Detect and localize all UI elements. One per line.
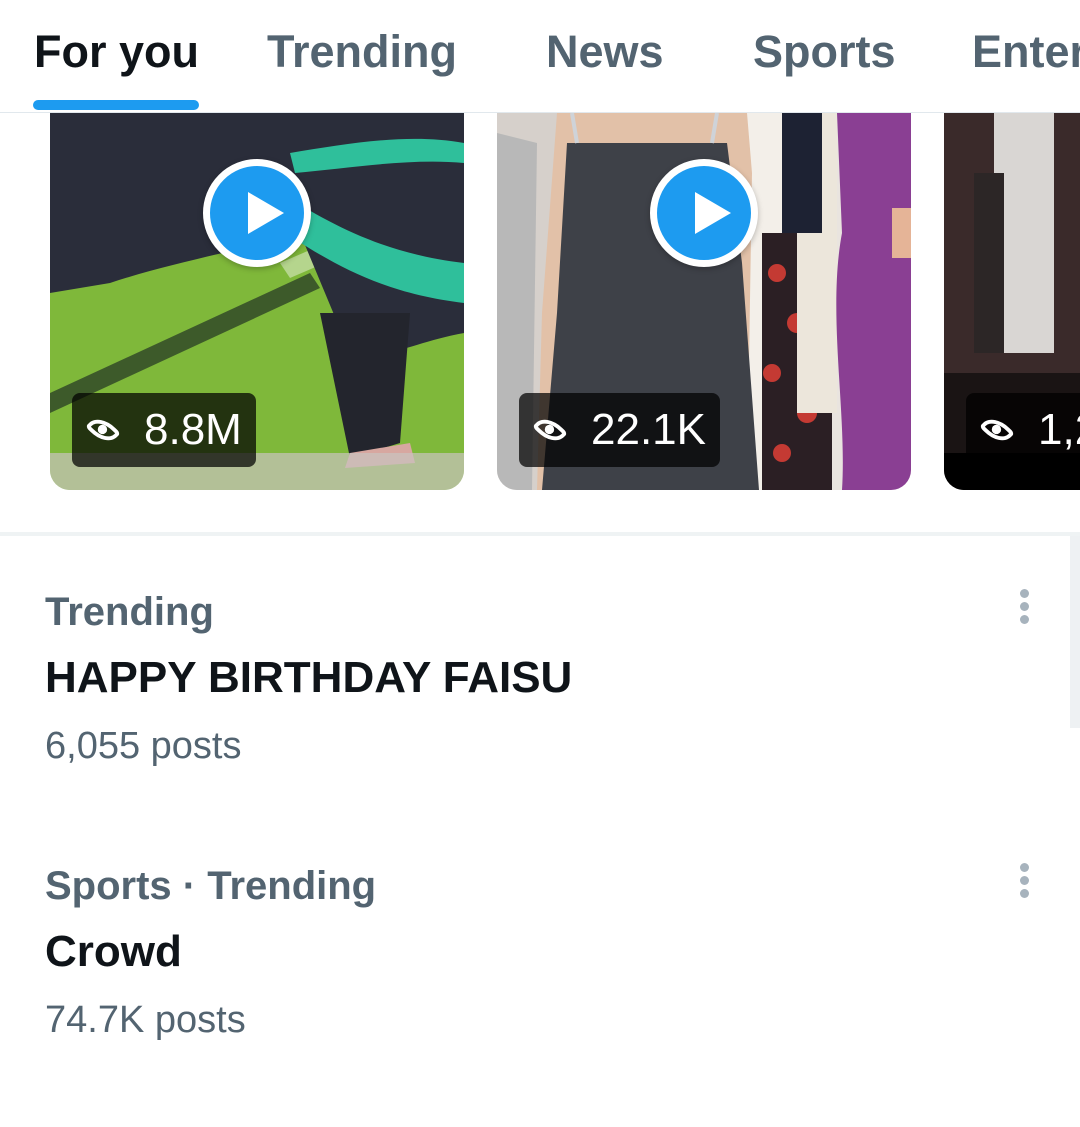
play-button[interactable] bbox=[650, 159, 758, 267]
video-card[interactable]: 1,2 bbox=[944, 113, 1080, 490]
trend-name: HAPPY BIRTHDAY FAISU bbox=[45, 653, 573, 702]
scrollbar[interactable] bbox=[1070, 536, 1080, 728]
eye-icon bbox=[532, 412, 568, 448]
explore-tab-bar: For you Trending News Sports Enter bbox=[0, 0, 1080, 113]
section-divider bbox=[0, 532, 1080, 536]
eye-icon bbox=[979, 412, 1015, 448]
trend-context: Trending bbox=[45, 590, 214, 634]
trend-name: Crowd bbox=[45, 927, 182, 976]
active-tab-indicator bbox=[33, 100, 199, 110]
video-card[interactable]: 8.8M bbox=[50, 113, 464, 490]
tab-for-you[interactable]: For you bbox=[34, 26, 199, 86]
tab-entertainment[interactable]: Enter bbox=[972, 26, 1080, 86]
trend-post-count: 6,055 posts bbox=[45, 725, 242, 767]
view-count: 8.8M bbox=[144, 405, 242, 454]
video-carousel: 8.8M 22.1K 1, bbox=[0, 113, 1080, 491]
play-button[interactable] bbox=[203, 159, 311, 267]
trend-post-count: 74.7K posts bbox=[45, 999, 246, 1041]
eye-icon bbox=[85, 412, 121, 448]
video-card[interactable]: 22.1K bbox=[497, 113, 911, 490]
trend-context: Sports · Trending bbox=[45, 864, 377, 908]
tab-sports[interactable]: Sports bbox=[753, 26, 896, 86]
more-options-icon[interactable] bbox=[1015, 861, 1035, 911]
view-count: 1,2 bbox=[1038, 405, 1080, 454]
view-count-badge: 1,2 bbox=[966, 393, 1080, 467]
more-options-icon[interactable] bbox=[1015, 587, 1035, 637]
tab-news[interactable]: News bbox=[546, 26, 664, 86]
trend-item[interactable]: Trending HAPPY BIRTHDAY FAISU 6,055 post… bbox=[45, 590, 1045, 768]
tab-trending[interactable]: Trending bbox=[267, 26, 457, 86]
trend-item[interactable]: Sports · Trending Crowd 74.7K posts bbox=[45, 864, 1045, 1042]
view-count-badge: 8.8M bbox=[72, 393, 256, 467]
view-count: 22.1K bbox=[591, 405, 706, 454]
view-count-badge: 22.1K bbox=[519, 393, 720, 467]
